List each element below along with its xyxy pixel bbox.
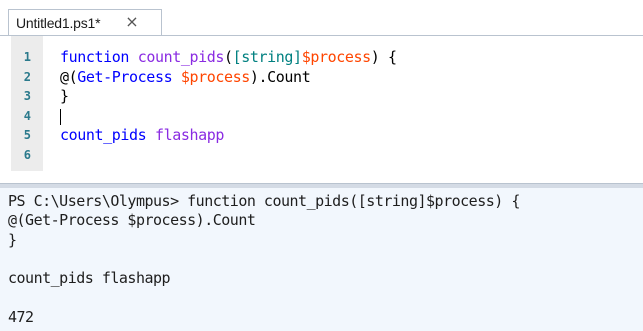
code-token: ( [224, 48, 233, 66]
line-number: 3 [23, 89, 31, 104]
editor-line[interactable]: 5 count_pids flashapp [0, 126, 643, 145]
console-line: PS C:\Users\Olympus> function count_pids… [8, 192, 520, 210]
code-text: @(Get-Process $process).Count [60, 67, 311, 87]
code-token: $process [301, 48, 371, 66]
tab-untitled1[interactable]: Untitled1.ps1* × [8, 9, 162, 35]
code-token: @( [60, 67, 78, 86]
editor-line[interactable]: 1 function count_pids([string]$process) { [0, 48, 643, 67]
code-text: function count_pids([string]$process) { [60, 48, 397, 67]
script-editor[interactable]: 1 function count_pids([string]$process) {… [0, 35, 643, 184]
line-number: 6 [23, 148, 31, 162]
code-token: ).Count [249, 67, 311, 86]
powershell-ise-window: Untitled1.ps1* × 1 function count_pids([s… [0, 0, 643, 331]
line-number: 4 [23, 108, 31, 123]
console-pane[interactable]: PS C:\Users\Olympus> function count_pids… [0, 188, 643, 331]
text-caret [60, 108, 61, 125]
editor-line[interactable]: 3} [0, 87, 643, 106]
code-text: count_pids flashapp [60, 126, 224, 145]
line-number: 1 [23, 50, 31, 64]
code-token: count_pids [60, 126, 147, 145]
close-icon[interactable]: × [124, 14, 140, 30]
code-token: ) { [370, 48, 397, 66]
tab-title: Untitled1.ps1* [16, 15, 101, 31]
code-token: function [60, 48, 138, 66]
editor-line[interactable]: 2 @(Get-Process $process).Count [0, 68, 643, 87]
console-line: count_pids flashapp [8, 269, 171, 288]
script-tab-strip: Untitled1.ps1* × [0, 0, 643, 35]
code-token: Get-Process [77, 67, 173, 86]
code-token: flashapp [154, 126, 224, 145]
console-line: } [8, 230, 17, 249]
console-line: @(Get-Process $process).Count [8, 211, 256, 230]
line-number: 2 [23, 69, 31, 84]
editor-line[interactable]: 4 [0, 107, 643, 126]
line-number: 5 [23, 128, 31, 143]
code-token: [string] [232, 48, 302, 66]
code-token: $process [180, 67, 250, 86]
editor-line[interactable]: 6 [0, 146, 643, 165]
code-token: count_pids [137, 48, 225, 66]
code-text: } [60, 87, 69, 106]
console-line: 472 [8, 307, 34, 326]
code-token: } [60, 87, 69, 106]
